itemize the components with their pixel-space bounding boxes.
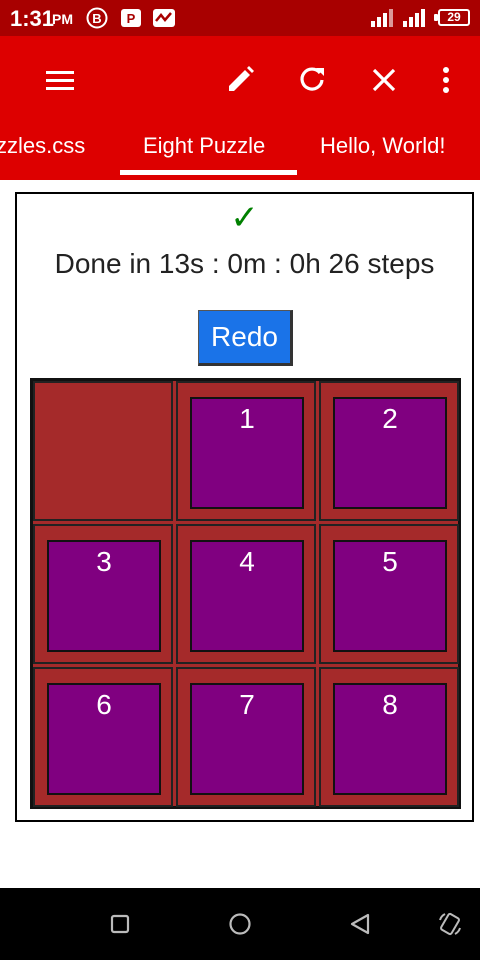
puzzle-tile[interactable]: 4 bbox=[190, 540, 304, 652]
puzzle-grid: 1 2 3 4 5 6 7 8 bbox=[30, 378, 461, 809]
puzzle-cell: 7 bbox=[176, 667, 316, 807]
more-vert-icon[interactable] bbox=[426, 60, 466, 100]
puzzle-card: ✓ Done in 13s : 0m : 0h 26 steps Redo 1 … bbox=[15, 192, 474, 822]
tab-bar: zzles.css Eight Puzzle Hello, World! bbox=[0, 130, 480, 180]
puzzle-tile[interactable]: 2 bbox=[333, 397, 447, 509]
puzzle-cell: 3 bbox=[33, 524, 173, 664]
puzzle-cell-empty[interactable] bbox=[33, 381, 173, 521]
done-check-icon: ✓ bbox=[230, 198, 259, 238]
p-app-icon: P bbox=[120, 7, 142, 29]
puzzle-cell: 4 bbox=[176, 524, 316, 664]
system-nav-bar bbox=[0, 888, 480, 960]
status-bar: 1:31 PM B P 29 bbox=[0, 0, 480, 36]
signal-icon bbox=[370, 7, 398, 29]
puzzle-tile[interactable]: 5 bbox=[333, 540, 447, 652]
circle-icon[interactable] bbox=[224, 908, 256, 940]
svg-text:P: P bbox=[127, 11, 136, 26]
rotate-icon[interactable] bbox=[434, 908, 466, 940]
status-time: 1:31 bbox=[10, 6, 55, 31]
tab-puzzles-css[interactable]: zzles.css bbox=[0, 130, 85, 180]
puzzle-cell: 6 bbox=[33, 667, 173, 807]
svg-text:B: B bbox=[92, 11, 101, 26]
puzzle-cell: 2 bbox=[319, 381, 459, 521]
triangle-back-icon[interactable] bbox=[344, 908, 376, 940]
close-icon[interactable] bbox=[364, 60, 404, 100]
battery-icon: 29 bbox=[438, 9, 470, 26]
refresh-icon[interactable] bbox=[292, 60, 332, 100]
puzzle-tile[interactable]: 8 bbox=[333, 683, 447, 795]
square-icon[interactable] bbox=[104, 908, 136, 940]
redo-button[interactable]: Redo bbox=[198, 310, 293, 366]
b-circle-icon: B bbox=[86, 7, 108, 29]
puzzle-tile[interactable]: 6 bbox=[47, 683, 161, 795]
puzzle-status-text: Done in 13s : 0m : 0h 26 steps bbox=[54, 248, 435, 279]
activity-icon bbox=[152, 7, 175, 29]
puzzle-tile[interactable]: 1 bbox=[190, 397, 304, 509]
status-ampm: PM bbox=[52, 11, 73, 27]
puzzle-cell: 5 bbox=[319, 524, 459, 664]
menu-icon[interactable] bbox=[40, 60, 80, 100]
puzzle-tile[interactable]: 3 bbox=[47, 540, 161, 652]
signal-icon bbox=[402, 7, 430, 29]
puzzle-tile[interactable]: 7 bbox=[190, 683, 304, 795]
tab-hello-world[interactable]: Hello, World! bbox=[320, 130, 446, 180]
active-tab-indicator bbox=[120, 170, 297, 175]
puzzle-cell: 8 bbox=[319, 667, 459, 807]
pencil-icon[interactable] bbox=[220, 60, 260, 100]
app-toolbar: zzles.css Eight Puzzle Hello, World! bbox=[0, 36, 480, 180]
puzzle-cell: 1 bbox=[176, 381, 316, 521]
